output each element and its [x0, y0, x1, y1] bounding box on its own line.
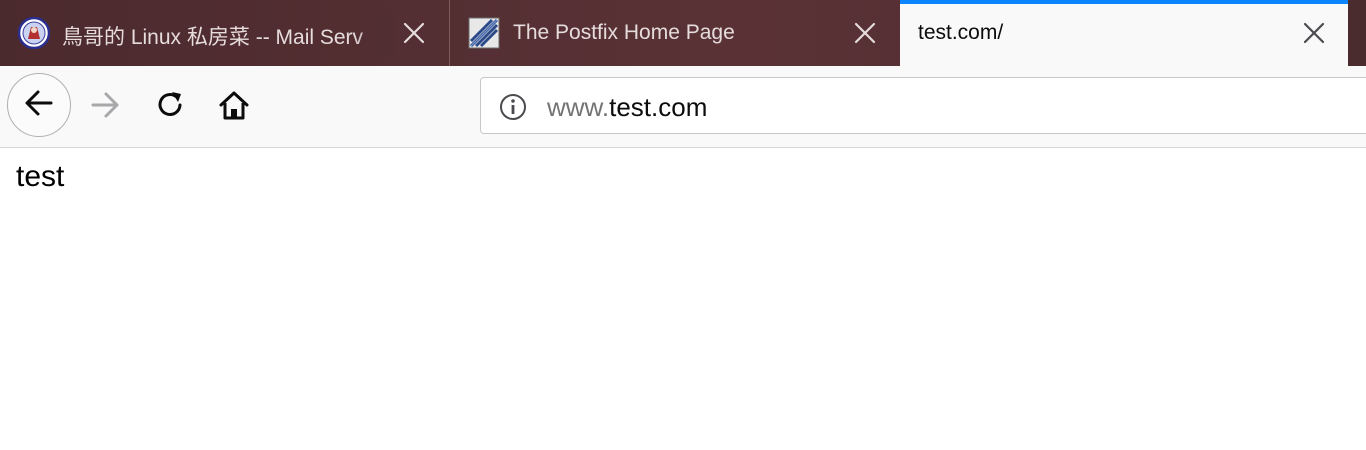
home-icon [217, 88, 251, 127]
close-icon[interactable] [401, 20, 427, 46]
tab-vbird[interactable]: 鳥哥的 Linux 私房菜 -- Mail Serv [0, 0, 449, 66]
url-prefix: www. [547, 92, 610, 122]
page-body-text: test [16, 160, 65, 193]
tab-test-com[interactable]: test.com/ [900, 0, 1348, 66]
info-icon[interactable] [499, 93, 527, 126]
postfix-logo-icon [468, 17, 500, 49]
arrow-left-icon [22, 86, 56, 125]
tab-postfix[interactable]: The Postfix Home Page [449, 0, 900, 66]
nav-toolbar: www.test.com [0, 66, 1366, 148]
reload-icon [154, 88, 188, 127]
tab-strip: 鳥哥的 Linux 私房菜 -- Mail Serv The Postfix H… [0, 0, 1366, 66]
home-button[interactable] [215, 88, 253, 126]
back-button[interactable] [7, 73, 71, 137]
url-text[interactable]: www.test.com [547, 92, 707, 123]
reload-button[interactable] [152, 88, 190, 126]
title-fade [354, 10, 394, 56]
close-icon[interactable] [1301, 20, 1327, 46]
forward-button[interactable] [86, 88, 124, 126]
close-icon[interactable] [852, 20, 878, 46]
address-bar[interactable]: www.test.com [480, 77, 1366, 134]
tab-title: The Postfix Home Page [513, 21, 735, 44]
url-domain: test.com [609, 92, 708, 122]
tab-title: test.com/ [918, 21, 1004, 44]
vbird-logo-icon [17, 16, 51, 50]
tab-title: 鳥哥的 Linux 私房菜 -- Mail Serv [62, 26, 364, 49]
arrow-right-icon [88, 88, 122, 127]
